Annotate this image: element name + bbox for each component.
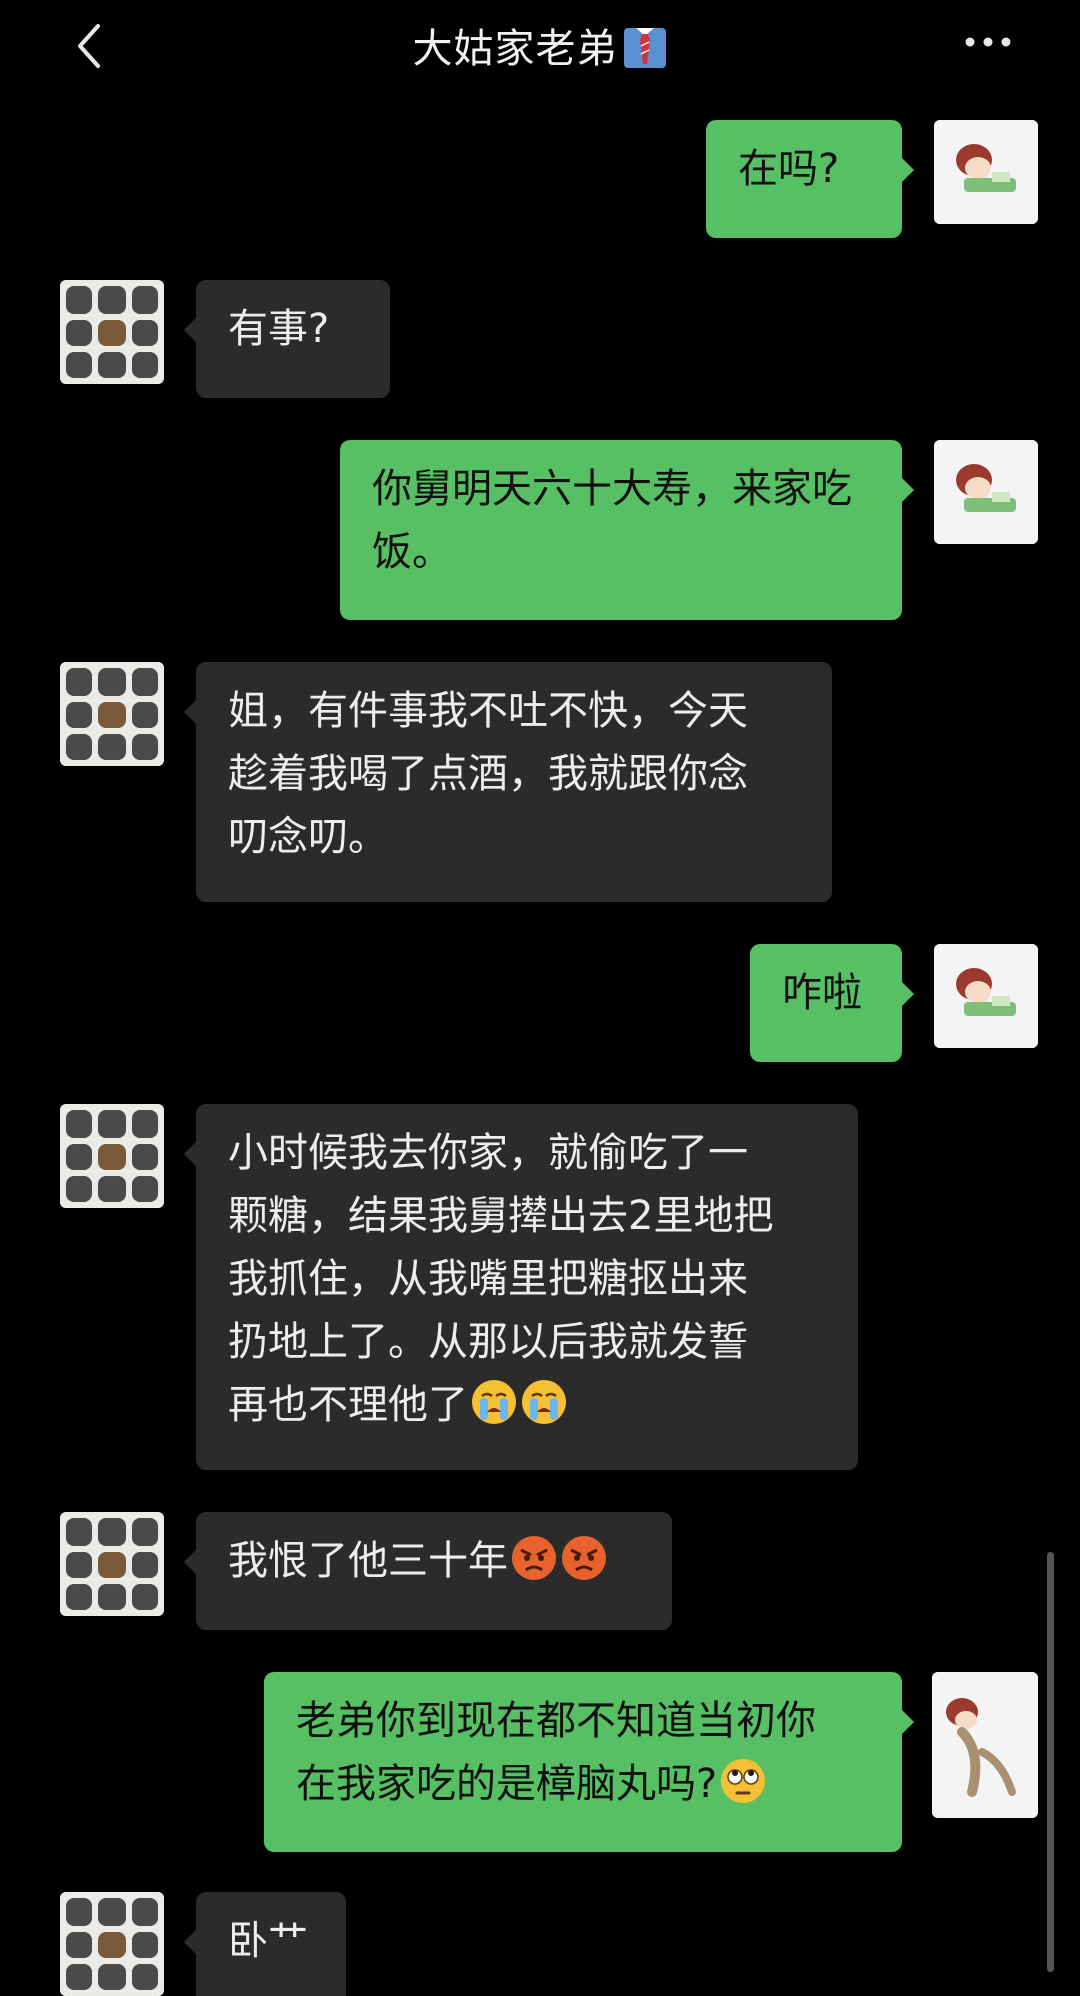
self-avatar[interactable]: [934, 944, 1038, 1048]
message-text: 有事?: [228, 306, 330, 352]
contact-avatar[interactable]: [60, 662, 164, 766]
message-text: 我恨了他三十年: [228, 1538, 508, 1584]
crying-emoji: [472, 1380, 516, 1424]
chat-title-text: 大姑家老弟: [412, 26, 618, 72]
message-text: 在吗?: [738, 146, 840, 192]
contact-avatar[interactable]: [60, 1512, 164, 1616]
message-text: 姐，有件事我不吐不快，今天 趁着我喝了点酒，我就跟你念 叨念叨。: [228, 688, 748, 860]
self-avatar-sticker[interactable]: [932, 1672, 1038, 1818]
more-dots-icon[interactable]: [958, 22, 1018, 62]
message-text: 咋啦: [782, 970, 862, 1016]
self-avatar[interactable]: [934, 440, 1038, 544]
contact-avatar[interactable]: [60, 1104, 164, 1208]
angry-emoji: [512, 1536, 556, 1580]
rolling-eyes-emoji: [721, 1759, 766, 1803]
self-avatar[interactable]: [934, 120, 1038, 224]
scrollbar[interactable]: [1047, 1552, 1054, 1972]
chat-header: 大姑家老弟: [0, 0, 1080, 90]
message-bubble-incoming[interactable]: 卧艹: [184, 1892, 346, 1996]
message-bubble-incoming[interactable]: 我恨了他三十年: [184, 1512, 672, 1630]
crying-emoji: [522, 1380, 566, 1424]
chat-title: 大姑家老弟: [0, 16, 1080, 74]
contact-avatar[interactable]: [60, 1892, 164, 1996]
message-bubble-outgoing[interactable]: 你舅明天六十大寿，来家吃 饭。: [340, 440, 914, 620]
message-text: 卧艹: [228, 1918, 308, 1964]
message-text: 你舅明天六十大寿，来家吃 饭。: [372, 466, 852, 575]
necktie-icon: [623, 28, 666, 68]
message-bubble-incoming[interactable]: 小时候我去你家，就偷吃了一 颗糖，结果我舅撵出去2里地把 我抓住，从我嘴里把糖抠…: [184, 1104, 858, 1470]
message-bubble-incoming[interactable]: 姐，有件事我不吐不快，今天 趁着我喝了点酒，我就跟你念 叨念叨。: [184, 662, 832, 902]
message-bubble-incoming[interactable]: 有事?: [184, 280, 390, 398]
message-bubble-outgoing[interactable]: 老弟你到现在都不知道当初你 在我家吃的是樟脑丸吗?: [264, 1672, 914, 1852]
angry-emoji: [562, 1536, 606, 1580]
message-bubble-outgoing[interactable]: 在吗?: [706, 120, 914, 238]
message-bubble-outgoing[interactable]: 咋啦: [750, 944, 914, 1062]
contact-avatar[interactable]: [60, 280, 164, 384]
